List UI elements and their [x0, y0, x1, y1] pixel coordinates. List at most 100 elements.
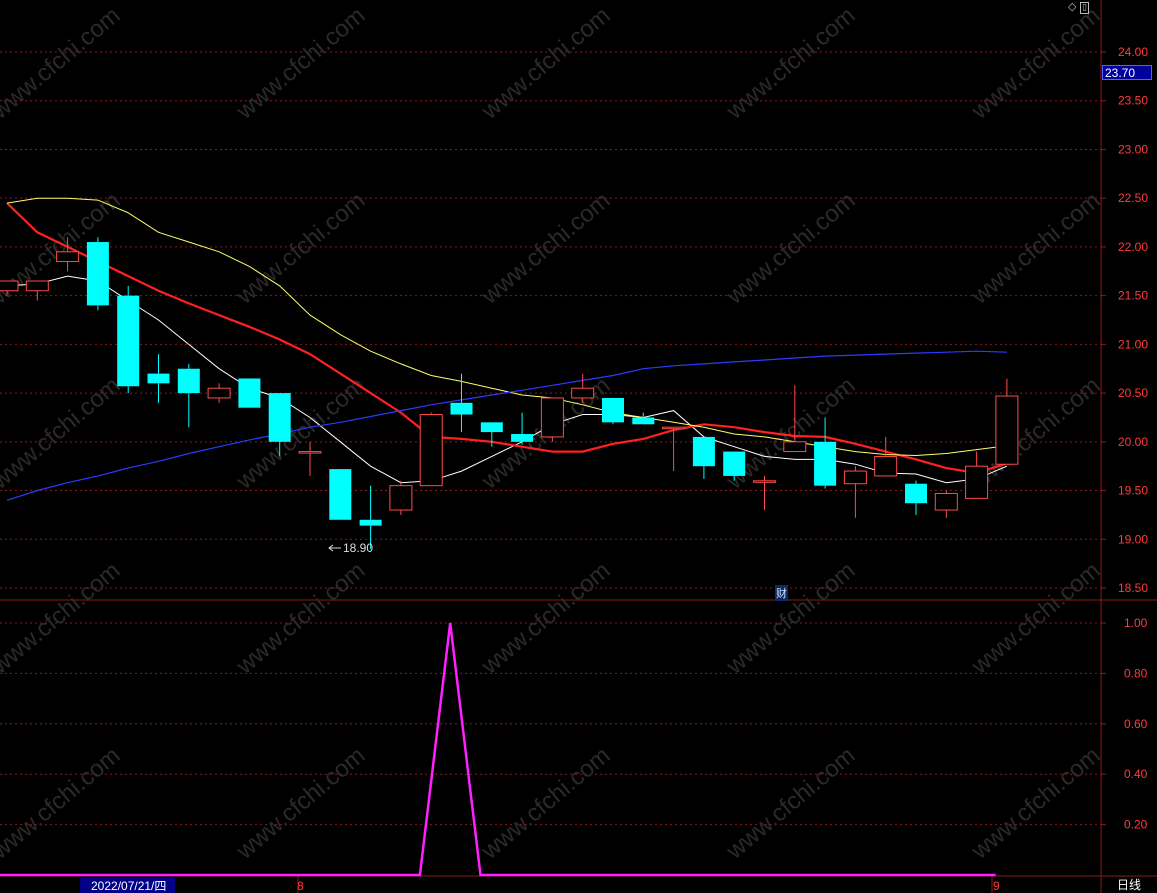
candle[interactable]: [843, 466, 867, 518]
watermark-text: www.cfchi.com: [476, 557, 616, 680]
panel-icon[interactable]: ▯: [1079, 2, 1089, 14]
candle-body-down: [480, 422, 503, 433]
watermark-text: www.cfchi.com: [476, 2, 616, 125]
watermark-text: www.cfchi.com: [476, 742, 616, 865]
watermark-text: www.cfchi.com: [966, 2, 1106, 125]
watermark-text: www.cfchi.com: [721, 187, 861, 310]
candle[interactable]: [419, 412, 443, 487]
price-tick-label: 22.50: [1118, 191, 1148, 205]
candle[interactable]: [874, 436, 898, 477]
price-tick-label: 20.00: [1118, 435, 1148, 449]
price-axis: 24.00 23.50 23.00 22.50 22.00 21.50 21.00 20.50…: [1101, 45, 1148, 832]
candle-body-down: [814, 441, 837, 486]
candle-body-up: [419, 414, 443, 487]
watermark-text: www.cfchi.com: [0, 742, 125, 865]
watermark-text: www.cfchi.com: [231, 2, 371, 125]
watermark-text: www.cfchi.com: [0, 372, 125, 495]
kline-chart[interactable]: www.cfchi.com www.cfchi.com www.cfchi.com w…: [0, 0, 1157, 893]
watermark-text: www.cfchi.com: [0, 2, 125, 125]
candle-body-down: [723, 451, 746, 476]
ma-line-ma20: [6, 197, 1007, 457]
watermark-text: www.cfchi.com: [231, 187, 371, 310]
candle[interactable]: [905, 480, 927, 515]
candle[interactable]: [632, 412, 655, 425]
candle[interactable]: [207, 383, 231, 403]
candle-body-up: [56, 251, 80, 263]
watermark-text: www.cfchi.com: [0, 557, 125, 680]
current-price-badge: 23.70: [1102, 65, 1152, 80]
month-mark-sep: 9: [993, 879, 1000, 893]
candle-body-up: [298, 451, 322, 454]
candle[interactable]: [86, 237, 109, 311]
candle[interactable]: [389, 480, 413, 515]
chart-toolbar: ◇ ▯: [1068, 0, 1089, 14]
candle[interactable]: [329, 469, 352, 520]
watermark-text: www.cfchi.com: [721, 557, 861, 680]
period-label[interactable]: 日线: [1103, 876, 1155, 893]
candle-body-up: [874, 455, 898, 477]
candle-body-down: [602, 397, 624, 423]
diamond-icon[interactable]: ◇: [1068, 0, 1076, 13]
candle-body-down: [359, 519, 382, 526]
candle[interactable]: [238, 378, 261, 408]
watermark-text: www.cfchi.com: [231, 557, 371, 680]
current-date: 2022/07/21/四: [91, 879, 166, 893]
watermark-text: www.cfchi.com: [476, 187, 616, 310]
candle-body-up: [540, 397, 564, 438]
candle-body-up: [783, 441, 807, 453]
candle-body-down: [905, 483, 927, 504]
candle-body-down: [147, 373, 170, 384]
candle[interactable]: [995, 378, 1019, 465]
indicator-tick-label: 1.00: [1124, 616, 1148, 630]
candle[interactable]: [692, 436, 715, 479]
candle[interactable]: [662, 426, 686, 472]
watermark-text: www.cfchi.com: [721, 2, 861, 125]
candle-body-up: [995, 395, 1019, 465]
price-tick-label: 20.50: [1118, 386, 1148, 400]
watermark-text: www.cfchi.com: [966, 742, 1106, 865]
candle-body-down: [692, 436, 715, 467]
candle[interactable]: [177, 363, 200, 428]
candle-body-up: [753, 480, 776, 483]
financial-report-marker[interactable]: 财: [775, 585, 788, 601]
indicator-tick-label: 0.40: [1124, 767, 1148, 781]
candle-body-up: [965, 465, 989, 499]
date-axis: 2022/07/21/四 8 9: [80, 878, 1000, 893]
candle[interactable]: [117, 285, 140, 394]
candle-body-down: [238, 378, 261, 408]
candle-body-down: [450, 402, 473, 415]
candle[interactable]: [540, 397, 564, 442]
candle-body-down: [177, 368, 200, 394]
watermark-text: www.cfchi.com: [966, 187, 1106, 310]
candle[interactable]: [25, 280, 49, 301]
ma-line-ma10: [6, 202, 1008, 475]
candle[interactable]: [450, 373, 473, 433]
price-tick-label: 18.50: [1118, 581, 1148, 595]
price-tick-label: 24.00: [1118, 45, 1148, 59]
indicator-tick-label: 0.80: [1124, 666, 1148, 680]
indicator-tick-label: 0.60: [1124, 717, 1148, 731]
candle-body-up: [207, 387, 231, 399]
candle-body-down: [117, 295, 140, 387]
watermark-text: www.cfchi.com: [721, 742, 861, 865]
price-tick-label: 23.00: [1118, 142, 1148, 156]
watermark-text: www.cfchi.com: [231, 742, 371, 865]
candle-body-up: [843, 470, 867, 485]
candle-body-up: [389, 485, 413, 511]
price-tick-label: 19.50: [1118, 484, 1148, 498]
candle[interactable]: [753, 475, 776, 511]
month-mark-aug: 8: [297, 879, 304, 893]
candle[interactable]: [602, 397, 624, 425]
candle[interactable]: [359, 485, 382, 550]
candle-body-down: [329, 469, 352, 520]
candle[interactable]: [934, 490, 958, 518]
candle[interactable]: [147, 354, 170, 403]
price-tick-label: 21.50: [1118, 289, 1148, 303]
price-tick-label: 22.00: [1118, 240, 1148, 254]
candle-body-down: [86, 242, 109, 306]
candle-body-down: [268, 393, 291, 442]
price-tick-label: 23.50: [1118, 94, 1148, 108]
annotations: 18.90: [328, 541, 373, 555]
candle-body-up: [571, 387, 595, 399]
price-tick-label: 21.00: [1118, 337, 1148, 351]
